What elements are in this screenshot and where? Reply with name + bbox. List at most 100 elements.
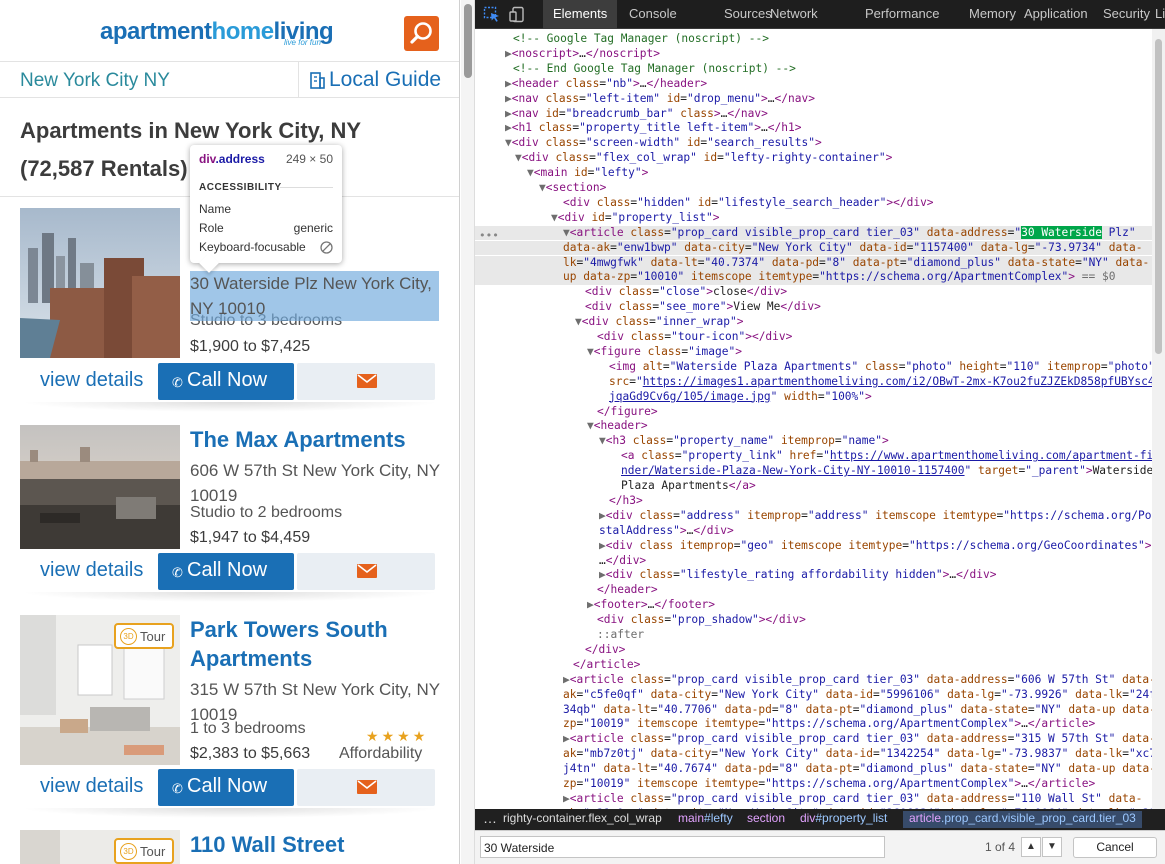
dom-node[interactable]: <a class="property_link" href="https://w…	[475, 449, 1165, 464]
listing-bedrooms: Studio to 2 bedrooms	[190, 504, 343, 521]
dom-node[interactable]: ▼<div id="property_list">	[475, 211, 1165, 226]
call-now-button[interactable]: ✆ Call Now	[158, 363, 294, 400]
device-toolbar-icon[interactable]	[509, 6, 527, 23]
dom-node[interactable]: ▼<section>	[475, 181, 1165, 196]
current-location[interactable]: New York City NY	[20, 70, 170, 92]
find-cancel-button[interactable]: Cancel	[1073, 837, 1157, 858]
tab-performance[interactable]: Performance	[855, 0, 949, 29]
tour-label: Tour	[140, 844, 166, 859]
call-now-button[interactable]: ✆ Call Now	[158, 553, 294, 590]
dom-node[interactable]: </h3>	[475, 494, 1165, 509]
listing-photo[interactable]	[20, 425, 180, 549]
scrollbar-thumb[interactable]	[1155, 39, 1162, 354]
breadcrumb-item[interactable]: righty-container.flex_col_wrap	[503, 811, 662, 825]
dom-node[interactable]: ▶<footer>…</footer>	[475, 598, 1165, 613]
dom-node[interactable]: stalAddress">…</div>	[475, 524, 1165, 539]
listing-photo[interactable]: 3D Tour	[20, 615, 180, 765]
dom-node[interactable]: ak="mb7z0tj" data-city="New York City" d…	[475, 747, 1165, 762]
dom-node-selected[interactable]: ▼<article class="prop_card visible_prop_…	[475, 225, 1165, 241]
find-next-button[interactable]: ▼	[1042, 837, 1062, 857]
breadcrumb-item[interactable]: div#property_list	[800, 811, 887, 825]
dom-node[interactable]: ▶<article class="prop_card visible_prop_…	[475, 673, 1165, 688]
dom-node[interactable]: ▼<div class="inner_wrap">	[475, 315, 1165, 330]
view-details-link[interactable]: view details	[40, 369, 143, 392]
dom-node[interactable]: ak="c5fe0qf" data-city="New York City" d…	[475, 688, 1165, 703]
inspect-element-icon[interactable]	[483, 6, 501, 23]
email-button[interactable]	[297, 553, 435, 590]
email-button[interactable]	[297, 363, 435, 400]
call-now-button[interactable]: ✆ Call Now	[158, 769, 294, 806]
elements-scrollbar[interactable]	[1152, 29, 1165, 809]
dom-node[interactable]: </figure>	[475, 405, 1165, 420]
dom-node[interactable]: jqaGd9Cv6g/105/image.jpg" width="100%">	[475, 390, 1165, 405]
dom-node[interactable]: j4tn" data-lt="40.7674" data-pd="8" data…	[475, 762, 1165, 777]
view-details-link[interactable]: view details	[40, 559, 143, 582]
dom-node[interactable]: </header>	[475, 583, 1165, 598]
elements-tree: <!-- Google Tag Manager (noscript) --> ▶<…	[475, 29, 1165, 809]
dom-node[interactable]: ▼<figure class="image">	[475, 345, 1165, 360]
dom-node-selected[interactable]: up data-zp="10010" itemscope itemtype="h…	[475, 270, 1165, 286]
dom-node[interactable]: </article>	[475, 658, 1165, 673]
scrollbar-thumb[interactable]	[464, 4, 472, 78]
dom-node[interactable]: ::after	[475, 628, 1165, 643]
dom-node[interactable]: ▶<div class="lifestyle_rating affordabil…	[475, 568, 1165, 583]
dom-node[interactable]: ▶<div class="address" itemprop="address"…	[475, 509, 1165, 524]
dom-node[interactable]: ▶<noscript>…</noscript>	[475, 47, 1165, 62]
3d-tour-badge[interactable]: 3D Tour	[114, 623, 174, 649]
tab-console[interactable]: Console	[619, 0, 687, 29]
dom-node[interactable]: nder/Waterside-Plaza-New-York-City-NY-10…	[475, 464, 1165, 479]
dom-node[interactable]: src="https://images1.apartmenthomeliving…	[475, 375, 1165, 390]
dom-node[interactable]: <img alt="Waterside Plaza Apartments" cl…	[475, 360, 1165, 375]
dom-node[interactable]: ▼<div class="screen-width" id="search_re…	[475, 136, 1165, 151]
dom-node[interactable]: <div class="close">close</div>	[475, 285, 1165, 300]
tab-network[interactable]: Network	[760, 0, 828, 29]
dom-node[interactable]: ▶<header class="nb">…</header>	[475, 77, 1165, 92]
dom-node-selected[interactable]: lk="4mwgfwk" data-lt="40.7374" data-pd="…	[475, 255, 1165, 271]
dom-node[interactable]: <div class="hidden" id="lifestyle_search…	[475, 196, 1165, 211]
listing-card: 3D Tour Park Towers South Apartments 315…	[20, 615, 440, 825]
dom-node[interactable]: <div class="prop_shadow"></div>	[475, 613, 1165, 628]
tooltip-tag: div	[199, 152, 216, 166]
email-button[interactable]	[297, 769, 435, 806]
view-details-link[interactable]: view details	[40, 775, 143, 798]
dom-node[interactable]: </div>	[475, 643, 1165, 658]
listing-name[interactable]: The Max Apartments	[190, 425, 440, 454]
dom-node[interactable]: <div class="see_more">View Me</div>	[475, 300, 1165, 315]
dom-node[interactable]: ▼<main id="lefty">	[475, 166, 1165, 181]
dom-node[interactable]: zp="10019" itemscope itemtype="https://s…	[475, 717, 1165, 732]
dom-node[interactable]: ▼<div class="flex_col_wrap" id="lefty-ri…	[475, 151, 1165, 166]
3d-tour-badge[interactable]: 3D Tour	[114, 838, 174, 864]
dom-node[interactable]: ▶<article class="prop_card visible_prop_…	[475, 792, 1165, 807]
dom-node[interactable]: ▼<h3 class="property_name" itemprop="nam…	[475, 434, 1165, 449]
tab-application[interactable]: Application	[1014, 0, 1098, 29]
find-previous-button[interactable]: ▲	[1021, 837, 1041, 857]
search-button[interactable]	[404, 16, 439, 51]
dom-node[interactable]: ▶<nav id="breadcrumb_bar" class>…</nav>	[475, 107, 1165, 122]
dom-node[interactable]: …</div>	[475, 554, 1165, 569]
dom-node[interactable]: 34qb" data-lt="40.7706" data-pd="8" data…	[475, 703, 1165, 718]
more-actions-icon[interactable]: •••	[479, 229, 499, 242]
tab-li[interactable]: Li	[1145, 0, 1165, 29]
dom-node[interactable]: ▶<h1 class="property_title left-item">…<…	[475, 121, 1165, 136]
breadcrumb-item[interactable]: article.prop_card.visible_prop_card.tier…	[903, 811, 1142, 828]
dom-node[interactable]: zp="10019" itemscope itemtype="https://s…	[475, 777, 1165, 792]
breadcrumb-item[interactable]: main#lefty	[678, 811, 733, 825]
page-scrollbar[interactable]	[461, 0, 475, 864]
breadcrumb-item[interactable]: section	[747, 811, 785, 825]
listing-name[interactable]: 110 Wall Street	[190, 830, 440, 859]
dom-node[interactable]: <!-- Google Tag Manager (noscript) -->	[475, 32, 1165, 47]
find-input[interactable]: 30 Waterside	[480, 836, 885, 858]
dom-node[interactable]: <!-- End Google Tag Manager (noscript) -…	[475, 62, 1165, 77]
local-guide-button[interactable]: Local Guide	[298, 62, 459, 98]
listing-name[interactable]: Park Towers South Apartments	[190, 615, 440, 673]
dom-node-selected[interactable]: data-ak="enw1bwp" data-city="New York Ci…	[475, 240, 1165, 256]
dom-node[interactable]: Plaza Apartments</a>	[475, 479, 1165, 494]
tab-elements[interactable]: Elements	[543, 0, 618, 29]
dom-node[interactable]: <div class="tour-icon"></div>	[475, 330, 1165, 345]
listing-photo[interactable]: 3D Tour	[20, 830, 180, 864]
dom-node[interactable]: ▶<div class itemprop="geo" itemscope ite…	[475, 539, 1165, 554]
dom-node[interactable]: ▶<nav class="left-item" id="drop_menu">……	[475, 92, 1165, 107]
dom-node[interactable]: ▶<article class="prop_card visible_prop_…	[475, 732, 1165, 747]
dom-node[interactable]: ▼<header>	[475, 419, 1165, 434]
breadcrumb-overflow-icon[interactable]: …	[483, 810, 497, 826]
